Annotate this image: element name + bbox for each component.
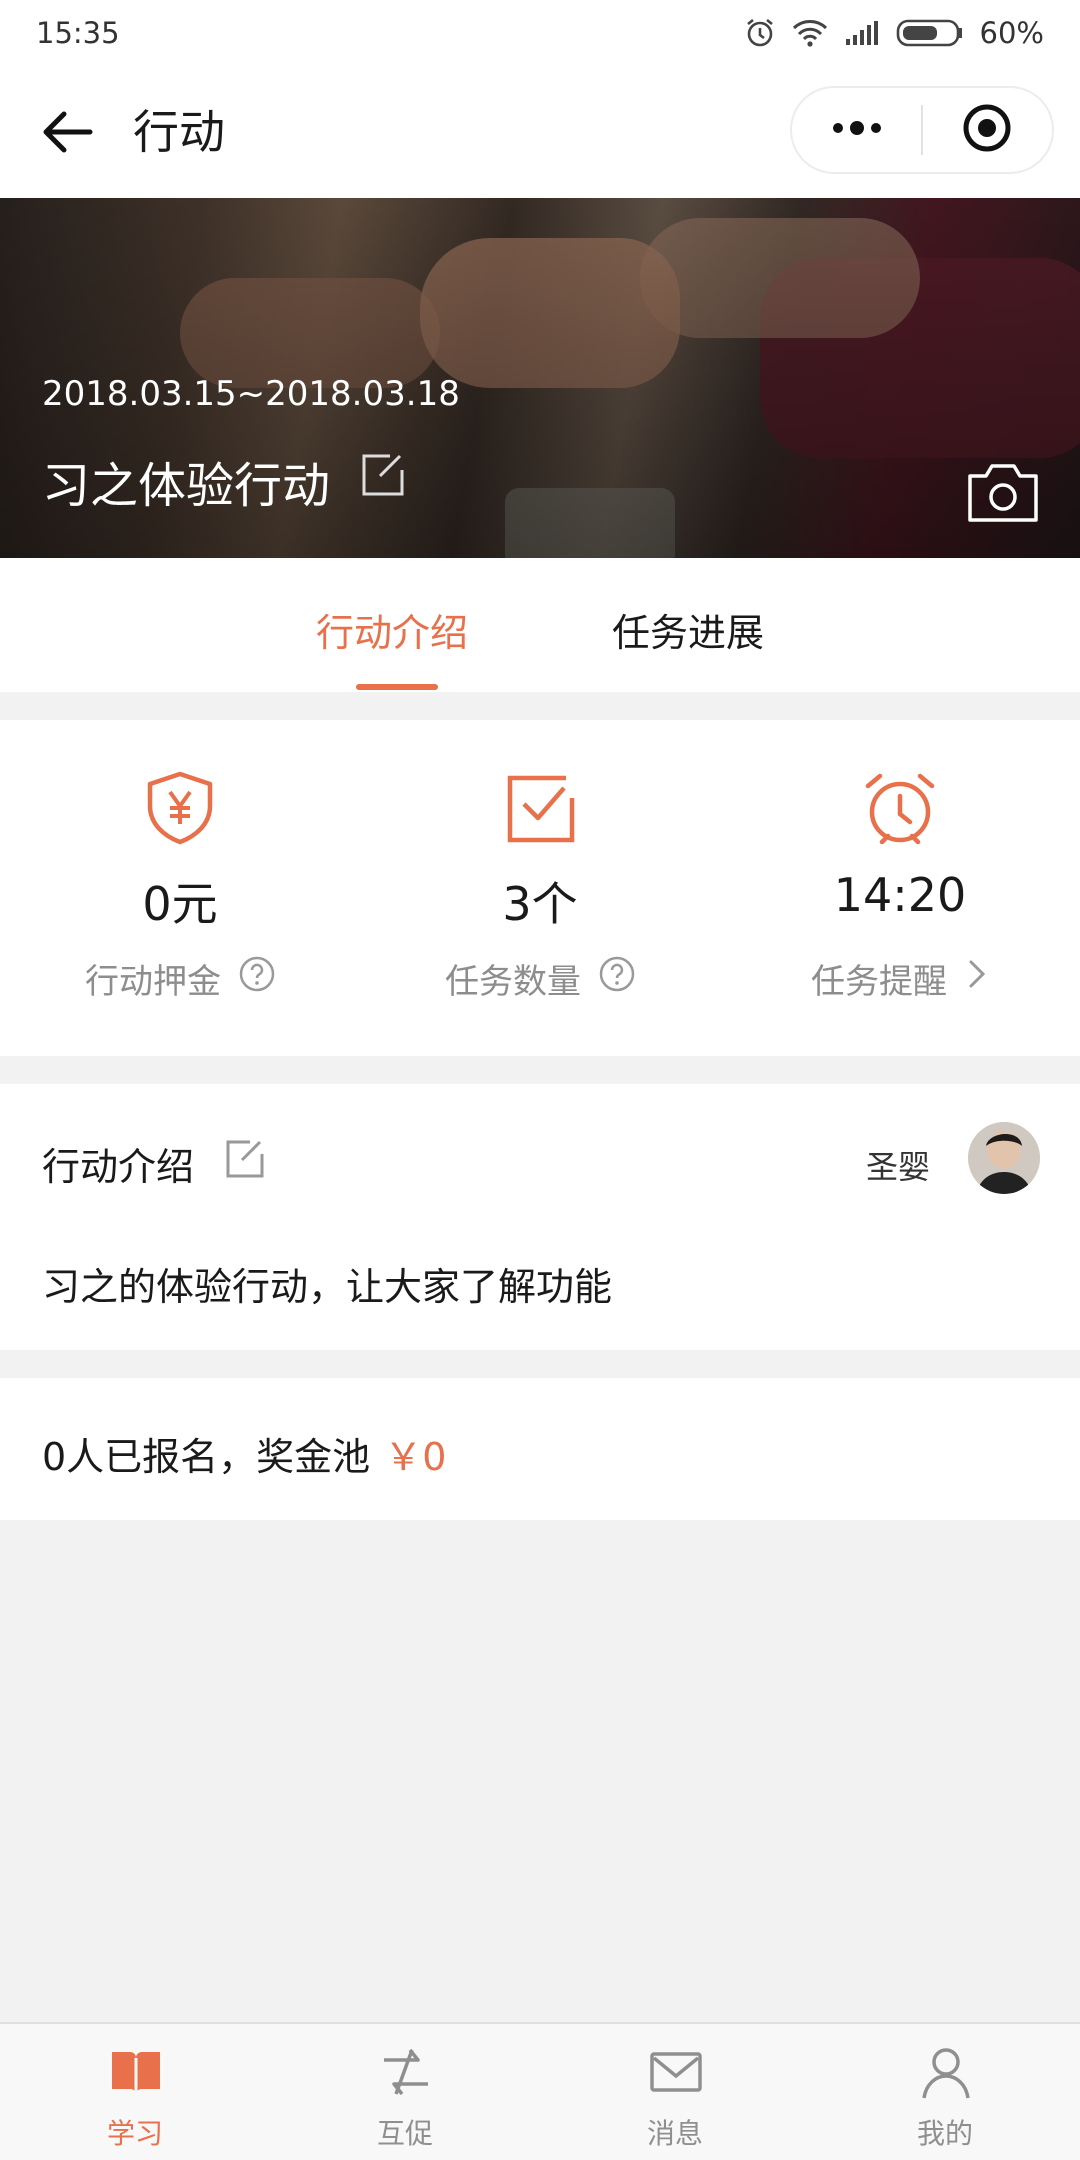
status-bar: 15:35 60%	[0, 0, 1080, 66]
status-icons: 60%	[744, 16, 1044, 50]
edit-icon[interactable]	[224, 1138, 266, 1189]
signup-summary: 0人已报名，奖金池 ￥0	[42, 1426, 446, 1481]
help-circle-icon[interactable]	[599, 956, 635, 1001]
tab-interact-label: 互促	[376, 2117, 433, 2150]
more-button[interactable]	[792, 88, 921, 172]
intro-title-row: 行动介绍	[42, 1136, 266, 1191]
signal-icon	[844, 19, 880, 47]
stats-panel: 0元 行动押金 3个 任务数量 14:20 任务提醒	[0, 720, 1080, 1056]
wifi-icon	[792, 19, 828, 47]
deposit-value: 0元	[142, 877, 218, 931]
interact-icon	[378, 2044, 434, 2100]
yuan-shield-icon	[140, 768, 220, 848]
deposit-label: 行动押金	[85, 962, 221, 1002]
tab-study-label: 学习	[106, 2117, 163, 2150]
mini-program-capsule	[790, 86, 1054, 174]
tab-mine-label: 我的	[916, 2117, 973, 2150]
mail-icon	[648, 2044, 704, 2100]
intro-description: 习之的体验行动，让大家了解功能	[42, 1265, 613, 1309]
book-icon	[108, 2044, 164, 2100]
deposit-label-row: 行动押金	[0, 954, 360, 1003]
back-button[interactable]	[36, 102, 100, 166]
close-button[interactable]	[923, 88, 1052, 172]
action-banner: 2018.03.15~2018.03.18 习之体验行动	[0, 198, 1080, 558]
nav-bar: 行动	[0, 66, 1080, 198]
battery-icon	[896, 18, 964, 48]
stat-task-reminder[interactable]: 14:20 任务提醒	[720, 720, 1080, 1056]
avatar[interactable]	[968, 1122, 1040, 1194]
task-count-value: 3个	[502, 877, 578, 931]
tab-messages-label: 消息	[646, 2117, 703, 2150]
alarm-icon	[744, 17, 776, 49]
camera-icon[interactable]	[966, 460, 1040, 524]
help-circle-icon[interactable]	[239, 956, 275, 1001]
stat-deposit[interactable]: 0元 行动押金	[0, 720, 360, 1056]
tab-action-intro[interactable]: 行动介绍	[316, 602, 468, 657]
section-tabs: 行动介绍 任务进展	[0, 558, 1080, 692]
reminder-label: 任务提醒	[811, 962, 947, 1002]
reminder-label-row: 任务提醒	[720, 954, 1080, 1003]
task-count-label: 任务数量	[445, 962, 581, 1002]
page-title: 行动	[133, 105, 225, 159]
intro-card: 行动介绍 圣婴 习之的体验行动，让大家了解功能	[0, 1084, 1080, 1350]
active-tab-indicator	[356, 684, 438, 690]
alarm-clock-icon	[860, 768, 940, 848]
more-dots-icon	[829, 118, 885, 142]
battery-percent: 60%	[979, 16, 1044, 50]
prize-pool-amount: ￥0	[384, 1435, 447, 1479]
action-date-range: 2018.03.15~2018.03.18	[42, 374, 460, 414]
stat-task-count[interactable]: 3个 任务数量	[360, 720, 720, 1056]
tab-interact[interactable]: 互促	[270, 2024, 540, 2160]
signup-card: 0人已报名，奖金池 ￥0	[0, 1378, 1080, 1520]
task-count-label-row: 任务数量	[360, 954, 720, 1003]
user-icon	[918, 2044, 974, 2100]
tab-study[interactable]: 学习	[0, 2024, 270, 2160]
status-time: 15:35	[36, 16, 120, 50]
author-name: 圣婴	[866, 1148, 931, 1186]
check-square-icon	[500, 768, 580, 848]
action-title: 习之体验行动	[42, 458, 331, 514]
bottom-tab-bar: 学习 互促 消息 我的	[0, 2022, 1080, 2160]
tab-messages[interactable]: 消息	[540, 2024, 810, 2160]
reminder-time-value: 14:20	[833, 868, 967, 922]
arrow-left-icon	[42, 110, 94, 158]
signup-count-text: 0人已报名，奖金池	[42, 1435, 371, 1479]
tab-task-progress[interactable]: 任务进展	[612, 602, 764, 657]
tab-mine[interactable]: 我的	[810, 2024, 1080, 2160]
target-circle-icon	[961, 102, 1013, 158]
chevron-right-icon	[965, 956, 989, 1001]
intro-title: 行动介绍	[42, 1145, 195, 1189]
edit-icon[interactable]	[360, 452, 406, 510]
action-title-row: 习之体验行动	[42, 446, 406, 516]
